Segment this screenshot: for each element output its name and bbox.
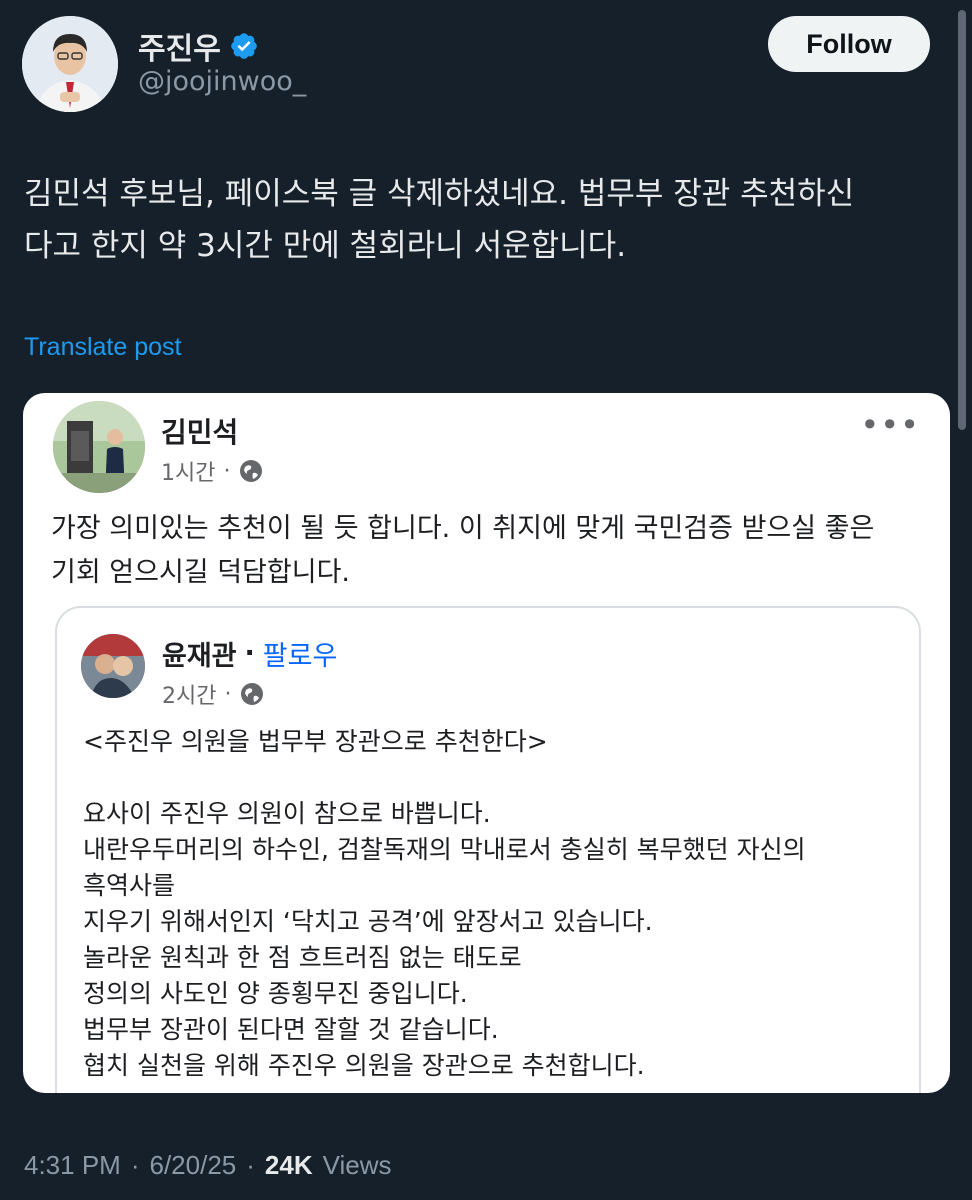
shared-follow-link: 팔로우 <box>262 641 338 672</box>
shared-post-line: 요사이 주진우 의원이 참으로 바쁩니다. <box>83 799 491 828</box>
shared-post-meta: 2시간 · <box>162 678 265 710</box>
shared-post-line: 지우기 위해서인지 ‘닥치고 공격’에 앞장서고 있습니다. <box>83 907 653 936</box>
scrollbar[interactable] <box>958 10 966 430</box>
fb-post-line: 가장 의미있는 추천이 될 듯 합니다. 이 취지에 맞게 국민검증 받으실 좋… <box>51 513 875 544</box>
shared-post-line: 정의의 사도인 양 종횡무진 중입니다. <box>83 979 468 1008</box>
fb-meta-separator: · <box>223 458 231 484</box>
verified-badge-icon <box>229 31 259 61</box>
follow-button[interactable]: Follow <box>768 16 930 72</box>
tweet-footer: 4:31 PM · 6/20/25 · 24K Views <box>24 1150 392 1181</box>
shared-author-name: 윤재관 <box>162 641 237 672</box>
tweet-line: 김민석 후보님, 페이스북 글 삭제하셨네요. 법무부 장관 추천하신 <box>24 176 855 212</box>
attached-image[interactable]: 김민석 1시간 · ••• 가장 의미있는 추천이 될 듯 합니다. 이 취지에… <box>23 393 950 1093</box>
shared-post-line: 놀라운 원칙과 한 점 흐트러짐 없는 태도로 <box>83 943 522 972</box>
author-display-name[interactable]: 주진우 <box>138 24 259 68</box>
globe-icon <box>239 681 265 707</box>
views-count[interactable]: 24K <box>265 1150 313 1181</box>
shared-post-line: 흑역사를 <box>83 871 176 900</box>
more-options-icon: ••• <box>860 406 920 444</box>
shared-post-line: 법무부 장관이 된다면 잘할 것 같습니다. <box>83 1015 499 1044</box>
shared-name-separator: · <box>244 638 255 669</box>
tweet-text: 김민석 후보님, 페이스북 글 삭제하셨네요. 법무부 장관 추천하신 다고 한… <box>24 168 954 272</box>
fb-author-name: 김민석 <box>161 416 239 449</box>
tweet-page: 주진우 @joojinwoo_ Follow 김민석 후보님, 페이스북 글 삭… <box>0 0 972 1200</box>
author-name-text: 주진우 <box>138 32 221 67</box>
post-time[interactable]: 4:31 PM <box>24 1150 121 1181</box>
author-handle[interactable]: @joojinwoo_ <box>138 66 306 97</box>
shared-post-time: 2시간 <box>162 684 217 709</box>
fb-post-time: 1시간 <box>161 461 216 486</box>
footer-separator: · <box>246 1150 255 1180</box>
fb-author-avatar <box>53 401 145 493</box>
shared-post-line: 협치 실천을 위해 주진우 의원을 장관으로 추천합니다. <box>83 1051 645 1080</box>
globe-icon <box>238 458 264 484</box>
shared-meta-separator: · <box>224 681 232 707</box>
shared-author-avatar <box>81 634 145 698</box>
shared-post-text: <주진우 의원을 법무부 장관으로 추천한다> 요사이 주진우 의원이 참으로 … <box>83 724 913 1084</box>
post-date[interactable]: 6/20/25 <box>150 1150 237 1181</box>
fb-post-line: 기회 얻으시길 덕담합니다. <box>51 557 350 588</box>
shared-author-name-row: 윤재관 · 팔로우 <box>162 634 337 673</box>
translate-post-link[interactable]: Translate post <box>24 333 181 362</box>
author-avatar[interactable] <box>22 16 118 112</box>
shared-post-line: 내란우두머리의 하수인, 검찰독재의 막내로서 충실히 복무했던 자신의 <box>83 835 806 864</box>
tweet-line: 다고 한지 약 3시간 만에 철회라니 서운합니다. <box>24 228 627 264</box>
fb-post-meta: 1시간 · <box>161 455 264 487</box>
views-label[interactable]: Views <box>323 1150 392 1181</box>
shared-post-card: 윤재관 · 팔로우 2시간 · <주진우 의원을 법무부 장관으로 추천한다> <box>55 606 921 1093</box>
footer-separator: · <box>130 1150 140 1180</box>
shared-post-title: <주진우 의원을 법무부 장관으로 추천한다> <box>83 727 548 756</box>
fb-post-text: 가장 의미있는 추천이 될 듯 합니다. 이 취지에 맞게 국민검증 받으실 좋… <box>51 507 931 595</box>
